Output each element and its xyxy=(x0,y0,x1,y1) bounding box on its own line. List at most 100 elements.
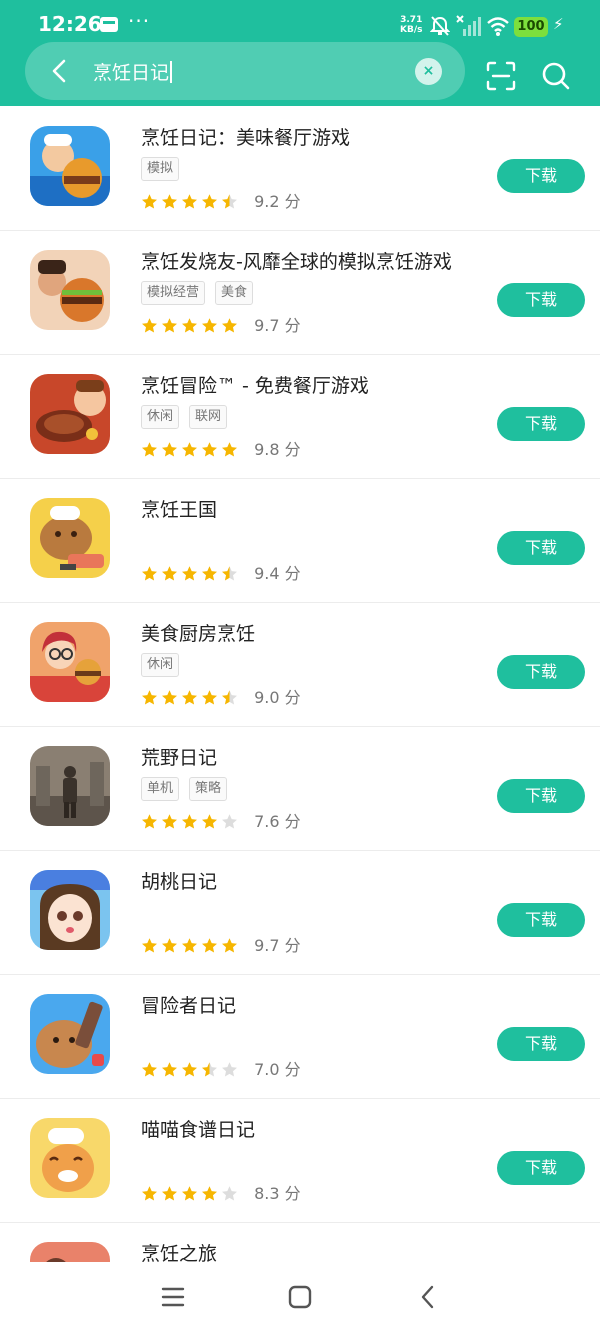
app-tag: 休闲 xyxy=(141,405,180,429)
star-icon xyxy=(182,1062,197,1077)
app-tags: 休闲 xyxy=(141,653,189,677)
star-icon xyxy=(162,318,177,333)
star-icon xyxy=(222,690,237,705)
mute-icon xyxy=(430,16,450,36)
app-icon[interactable] xyxy=(30,374,110,454)
download-button[interactable]: 下载 xyxy=(497,283,585,317)
app-tag: 模拟经营 xyxy=(141,281,206,305)
star-icon xyxy=(162,566,177,581)
app-name[interactable]: 烹饪之旅 xyxy=(141,1239,217,1262)
network-speed-value: 3.71 xyxy=(400,15,423,25)
app-icon[interactable] xyxy=(30,994,110,1074)
app-row[interactable]: 喵喵食谱日记 8.3 分 下载 xyxy=(0,1098,600,1223)
search-input[interactable]: 烹饪日记 xyxy=(93,58,173,85)
app-icon[interactable] xyxy=(30,126,110,206)
download-button[interactable]: 下载 xyxy=(497,159,585,193)
app-name[interactable]: 美食厨房烹饪 xyxy=(141,619,255,646)
download-button[interactable]: 下载 xyxy=(497,903,585,937)
app-name[interactable]: 喵喵食谱日记 xyxy=(141,1115,255,1142)
star-icon xyxy=(142,442,157,457)
star-rating xyxy=(141,935,241,954)
app-row[interactable]: 烹饪冒险™ - 免费餐厅游戏 休闲 联网 9.8 分 下载 xyxy=(0,354,600,479)
download-button[interactable]: 下载 xyxy=(497,531,585,565)
star-icon xyxy=(182,1186,197,1201)
star-icon xyxy=(202,814,217,829)
app-row[interactable]: 胡桃日记 9.7 分 下载 xyxy=(0,850,600,975)
star-icon xyxy=(162,690,177,705)
app-row[interactable]: 烹饪发烧友-风靡全球的模拟烹饪游戏 模拟经营 美食 9.7 分 下载 xyxy=(0,230,600,355)
search-bar[interactable]: 烹饪日记 × xyxy=(25,42,465,100)
app-rating: 7.0 分 xyxy=(141,1058,301,1080)
star-icon xyxy=(142,814,157,829)
app-tag: 美食 xyxy=(215,281,254,305)
app-icon[interactable] xyxy=(30,250,110,330)
download-button[interactable]: 下载 xyxy=(497,1151,585,1185)
app-tag: 策略 xyxy=(189,777,228,801)
app-name[interactable]: 胡桃日记 xyxy=(141,867,217,894)
app-row[interactable]: 烹饪日记：美味餐厅游戏 模拟 9.2 分 下载 xyxy=(0,106,600,231)
app-icon[interactable] xyxy=(30,1118,110,1198)
app-name[interactable]: 烹饪王国 xyxy=(141,495,217,522)
network-speed-unit: KB/s xyxy=(400,25,423,35)
app-score: 9.0 分 xyxy=(254,687,301,707)
app-name[interactable]: 冒险者日记 xyxy=(141,991,236,1018)
search-icon[interactable] xyxy=(540,60,572,92)
app-name[interactable]: 烹饪冒险™ - 免费餐厅游戏 xyxy=(141,371,369,398)
more-notifications-indicator: ··· xyxy=(128,9,151,33)
star-rating xyxy=(141,563,241,582)
scan-icon[interactable] xyxy=(485,60,517,92)
menu-icon[interactable] xyxy=(158,1282,188,1312)
star-icon xyxy=(142,318,157,333)
star-icon xyxy=(222,1186,237,1201)
app-tags: 模拟经营 美食 xyxy=(141,281,263,305)
back-arrow-icon[interactable] xyxy=(45,56,75,86)
star-icon xyxy=(162,194,177,209)
app-name[interactable]: 烹饪发烧友-风靡全球的模拟烹饪游戏 xyxy=(141,247,452,274)
app-row[interactable]: 冒险者日记 7.0 分 下载 xyxy=(0,974,600,1099)
star-icon xyxy=(222,442,237,457)
app-score: 9.2 分 xyxy=(254,191,301,211)
clear-search-button[interactable]: × xyxy=(415,58,442,85)
app-rating: 9.2 分 xyxy=(141,190,301,212)
app-score: 9.7 分 xyxy=(254,315,301,335)
search-results-list[interactable]: 烹饪日记：美味餐厅游戏 模拟 9.2 分 下载 烹饪发烧友-风靡全球的模拟烹饪游… xyxy=(0,106,600,1262)
app-rating: 9.7 分 xyxy=(141,314,301,336)
app-row[interactable]: 烹饪之旅 xyxy=(0,1222,600,1262)
search-query: 烹饪日记 xyxy=(93,62,170,84)
app-icon[interactable] xyxy=(30,622,110,702)
app-icon[interactable] xyxy=(30,746,110,826)
star-icon xyxy=(202,938,217,953)
system-navigation-bar xyxy=(0,1262,600,1333)
app-tags: 单机 策略 xyxy=(141,777,237,801)
app-tag: 联网 xyxy=(189,405,228,429)
star-rating xyxy=(141,1059,241,1078)
home-icon[interactable] xyxy=(285,1282,315,1312)
star-icon xyxy=(202,318,217,333)
star-icon xyxy=(222,938,237,953)
app-row[interactable]: 荒野日记 单机 策略 7.6 分 下载 xyxy=(0,726,600,851)
app-row[interactable]: 烹饪王国 9.4 分 下载 xyxy=(0,478,600,603)
star-icon xyxy=(142,690,157,705)
app-name[interactable]: 荒野日记 xyxy=(141,743,217,770)
app-row[interactable]: 美食厨房烹饪 休闲 9.0 分 下载 xyxy=(0,602,600,727)
app-icon[interactable] xyxy=(30,1242,110,1262)
download-button[interactable]: 下载 xyxy=(497,655,585,689)
star-icon xyxy=(182,442,197,457)
download-button[interactable]: 下载 xyxy=(497,407,585,441)
back-icon[interactable] xyxy=(413,1282,443,1312)
app-icon[interactable] xyxy=(30,870,110,950)
star-icon xyxy=(222,814,237,829)
star-icon xyxy=(202,690,217,705)
star-icon xyxy=(182,690,197,705)
star-icon xyxy=(222,566,237,581)
star-rating xyxy=(141,191,241,210)
star-rating xyxy=(141,811,241,830)
star-icon xyxy=(142,194,157,209)
star-icon xyxy=(182,938,197,953)
app-icon[interactable] xyxy=(30,498,110,578)
download-button[interactable]: 下载 xyxy=(497,1027,585,1061)
download-button[interactable]: 下载 xyxy=(497,779,585,813)
app-rating: 9.0 分 xyxy=(141,686,301,708)
app-name[interactable]: 烹饪日记：美味餐厅游戏 xyxy=(141,123,350,150)
app-score: 9.8 分 xyxy=(254,439,301,459)
